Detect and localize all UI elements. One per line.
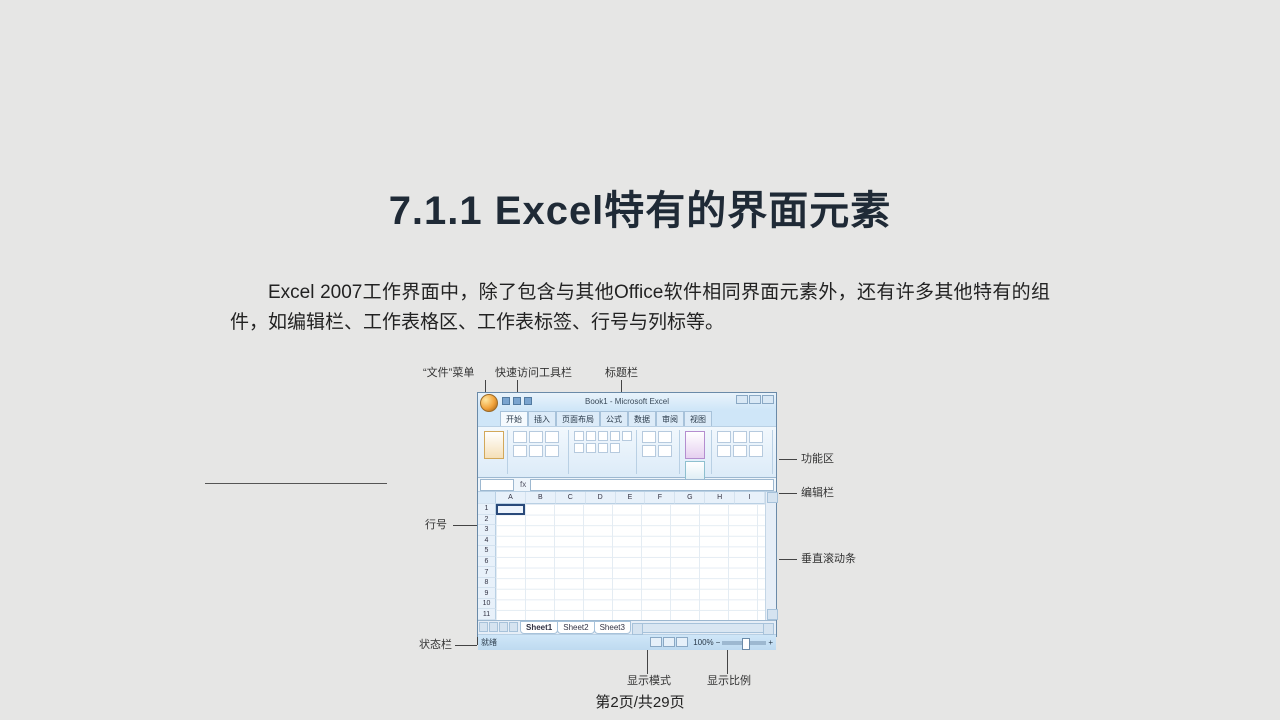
ribbon-tabs: 开始 插入 页面布局 公式 数据 审阅 视图 [478, 410, 776, 426]
ribbon-tab: 公式 [600, 411, 628, 426]
annotated-figure: “文件”菜单 快速访问工具栏 标题栏 功能区 编辑栏 垂直滚动条 行号 状态栏 … [415, 360, 855, 690]
ribbon-tab: 审阅 [656, 411, 684, 426]
office-button-icon [480, 394, 498, 412]
callout-ribbon: 功能区 [801, 454, 834, 465]
status-bar: 就绪 100% −+ [478, 635, 776, 650]
leader-line [453, 525, 477, 526]
sheet-nav [478, 622, 518, 634]
body-paragraph: Excel 2007工作界面中，除了包含与其他Office软件相同界面元素外，还… [230, 278, 1050, 339]
sheet-tab: Sheet2 [557, 621, 594, 634]
leader-line [779, 559, 797, 560]
status-text: 就绪 [481, 637, 497, 648]
zoom-control: 100% −+ [693, 638, 773, 647]
column-headers: ABC DEF GHI [496, 492, 765, 504]
callout-view-mode: 显示模式 [627, 676, 671, 687]
excel-title-text: Book1 - Microsoft Excel [585, 397, 669, 406]
callout-row-number: 行号 [425, 520, 447, 531]
callout-file-menu: “文件”菜单 [423, 368, 474, 379]
leader-line [779, 493, 797, 494]
row-headers: 123 456 789 1011 [478, 492, 496, 620]
ribbon-tab: 开始 [500, 411, 528, 426]
formula-bar: fx [478, 478, 776, 492]
worksheet-grid: 123 456 789 1011 ABC DEF GHI [478, 492, 776, 621]
excel-titlebar: Book1 - Microsoft Excel [478, 393, 776, 410]
decorative-underline [205, 483, 387, 484]
sheet-tab-bar: Sheet1 Sheet2 Sheet3 [478, 621, 776, 635]
callout-status-bar: 状态栏 [419, 640, 452, 651]
excel-window: Book1 - Microsoft Excel 开始 插入 页面布局 公式 数据… [477, 392, 777, 637]
ribbon-tab: 页面布局 [556, 411, 600, 426]
sheet-tab: Sheet3 [594, 621, 631, 634]
formula-input [530, 479, 774, 491]
ribbon-tab: 视图 [684, 411, 712, 426]
active-cell [496, 504, 525, 515]
callout-quick-access: 快速访问工具栏 [495, 368, 572, 379]
sheet-tab: Sheet1 [520, 621, 558, 634]
page-title: 7.1.1 Excel特有的界面元素 [0, 178, 1280, 236]
callout-vscroll: 垂直滚动条 [801, 554, 856, 565]
page-indicator: 第2页/共29页 [0, 691, 1280, 712]
horizontal-scrollbar [632, 623, 774, 633]
leader-line [779, 459, 797, 460]
ribbon [478, 426, 776, 478]
callout-title-bar: 标题栏 [605, 368, 638, 379]
body-text: Excel 2007工作界面中，除了包含与其他Office软件相同界面元素外，还… [230, 282, 1050, 333]
ribbon-tab: 插入 [528, 411, 556, 426]
window-controls [736, 395, 774, 404]
quick-access-toolbar [502, 397, 532, 405]
callout-formula-bar: 编辑栏 [801, 488, 834, 499]
paste-icon [484, 431, 504, 459]
name-box [480, 479, 514, 491]
ribbon-tab: 数据 [628, 411, 656, 426]
view-buttons [650, 637, 689, 649]
fx-icon: fx [516, 480, 530, 489]
callout-zoom: 显示比例 [707, 676, 751, 687]
vertical-scrollbar [765, 492, 776, 620]
cells [496, 504, 765, 620]
leader-line [455, 645, 477, 646]
